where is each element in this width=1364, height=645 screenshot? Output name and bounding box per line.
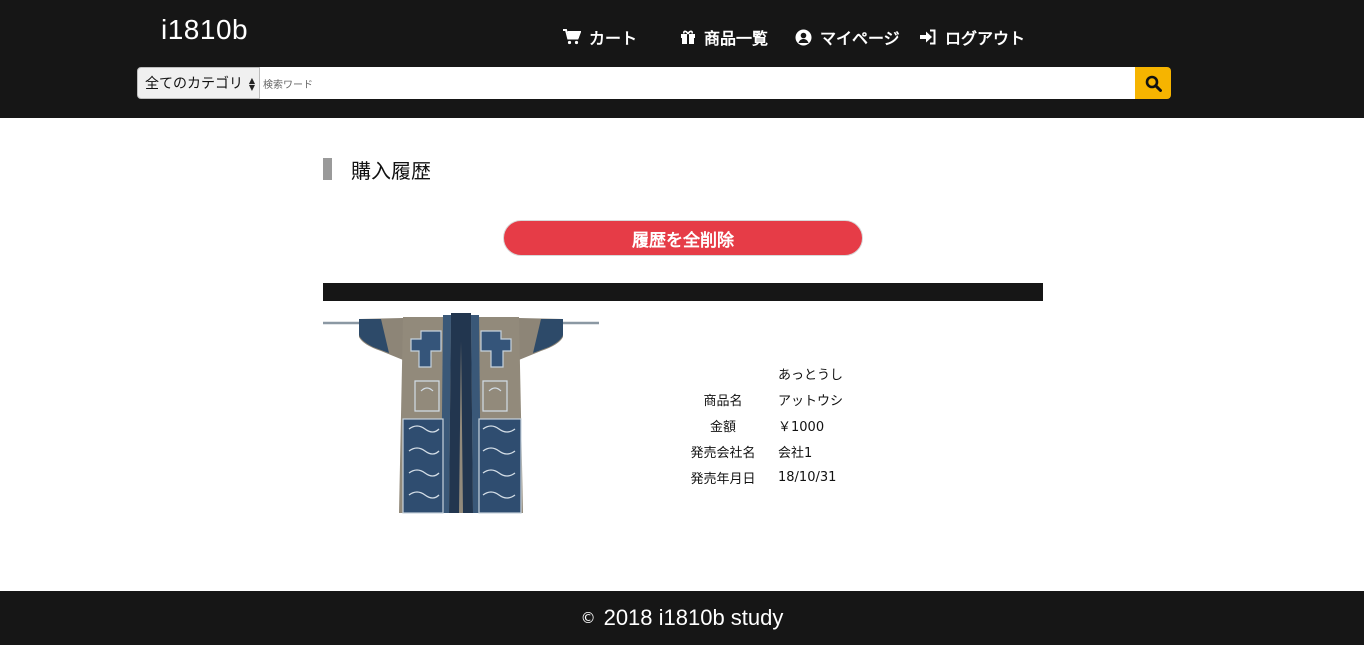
nav-logout[interactable]: ログアウト xyxy=(919,25,1025,49)
footer: © 2018 i1810b study xyxy=(0,591,1364,645)
footer-text: 2018 i1810b study xyxy=(603,605,784,630)
product-reading: あっとうし xyxy=(778,367,844,383)
nav-cart-label: カート xyxy=(589,29,638,48)
product-release-date: 18/10/31 xyxy=(778,469,837,485)
product-reading-row: あっとうし xyxy=(680,360,843,386)
search-placeholder: 検索ワード xyxy=(263,79,313,91)
info-row-release-date: 発売年月日 18/10/31 xyxy=(680,464,843,490)
nav-logout-label: ログアウト xyxy=(945,29,1026,48)
page-title-text: 購入履歴 xyxy=(351,158,431,183)
delete-all-history-button[interactable]: 履歴を全削除 xyxy=(503,220,863,256)
search-input[interactable]: 検索ワード xyxy=(260,67,1135,99)
search-button[interactable] xyxy=(1135,67,1171,99)
nav-mypage[interactable]: マイページ xyxy=(795,25,900,49)
search-icon xyxy=(1145,75,1162,92)
copyright-icon: © xyxy=(580,609,596,627)
search-bar: 全てのカテゴリ ▲ ▼ 検索ワード xyxy=(137,67,1171,99)
header: i1810b カート 商品一覧 マイページ ログアウト 全てのカテゴリ ▲ ▼ … xyxy=(0,0,1364,118)
nav-products-label: 商品一覧 xyxy=(704,29,769,48)
info-label: 商品名 xyxy=(703,393,743,409)
info-row-price: 金額 ￥1000 xyxy=(680,412,843,438)
nav-mypage-label: マイページ xyxy=(820,29,900,48)
info-row-company: 発売会社名 会社1 xyxy=(680,438,843,464)
page-title: 購入履歴 xyxy=(323,157,431,183)
site-logo[interactable]: i1810b xyxy=(161,14,248,46)
select-arrows-icon: ▲ ▼ xyxy=(248,76,255,92)
cart-icon xyxy=(563,29,581,45)
product-name: アットウシ xyxy=(778,393,844,409)
nav-products[interactable]: 商品一覧 xyxy=(680,25,768,49)
category-select-value: 全てのカテゴリ xyxy=(145,76,243,92)
info-label: 発売会社名 xyxy=(690,445,756,461)
sign-in-icon xyxy=(920,29,936,45)
product-company: 会社1 xyxy=(778,445,813,461)
nav-cart[interactable]: カート xyxy=(563,25,637,49)
info-label: 金額 xyxy=(709,419,736,435)
info-row-name: 商品名 アットウシ xyxy=(680,386,843,412)
history-item-header-bar xyxy=(323,283,1043,301)
user-circle-icon xyxy=(795,29,812,45)
product-info: あっとうし 商品名 アットウシ 金額 ￥1000 発売会社名 会社1 発売年月日… xyxy=(680,360,843,490)
category-select[interactable]: 全てのカテゴリ ▲ ▼ xyxy=(137,67,260,99)
title-accent-bar xyxy=(323,158,332,180)
info-label: 発売年月日 xyxy=(690,471,756,487)
product-image[interactable] xyxy=(323,311,599,518)
gift-icon xyxy=(681,30,695,44)
product-price: ￥1000 xyxy=(778,419,825,435)
